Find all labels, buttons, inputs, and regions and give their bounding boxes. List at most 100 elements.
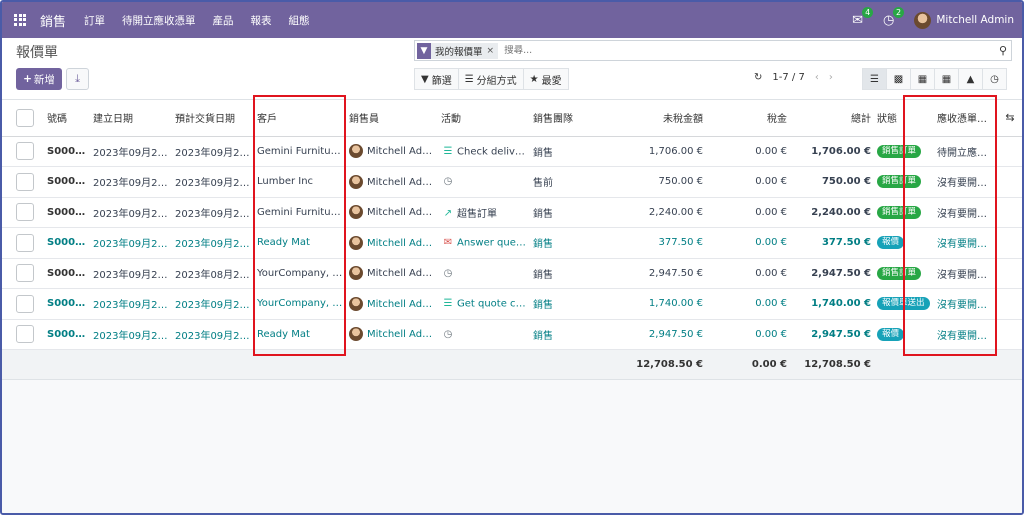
row-checkbox[interactable] [16, 172, 34, 191]
favorites-button[interactable]: ★ 最愛 [522, 68, 569, 90]
menu-products[interactable]: 產品 [213, 13, 234, 28]
row-select-cell[interactable] [2, 319, 44, 350]
row-checkbox[interactable] [16, 294, 34, 313]
col-invoice-status[interactable]: 應收憑單狀態 [934, 100, 998, 137]
row-select-cell[interactable] [2, 227, 44, 259]
salesperson-avatar [349, 174, 363, 189]
row-checkbox[interactable] [16, 264, 34, 283]
activity-clock-icon[interactable]: ◷ [441, 268, 455, 279]
row-select-cell[interactable] [2, 288, 44, 320]
systray: ✉ 4 ◷ 2 Mitchell Admin [852, 2, 1014, 38]
table-row[interactable]: S00004 2023年09月25日 2023年09月25日 Gemini Furni… [2, 197, 1022, 228]
select-all-cell[interactable] [2, 100, 44, 137]
col-total[interactable]: 總計 [790, 100, 874, 137]
activity-cell[interactable]: ✉Answer questions [438, 227, 530, 259]
table-body: S00007 2023年09月25日 2023年09月25日 Gemini Furni… [2, 136, 1022, 350]
app-brand[interactable]: 銷售 [40, 11, 66, 30]
activity-view-icon[interactable]: ◷ [982, 68, 1007, 90]
search-icon[interactable]: ⚲ [999, 44, 1007, 57]
salesperson-cell: Mitchell Admin [346, 258, 438, 289]
pager-next-icon[interactable]: › [829, 72, 833, 83]
menu-configuration[interactable]: 組態 [289, 13, 310, 28]
col-salesperson[interactable]: 銷售員 [346, 100, 438, 137]
table-row[interactable]: S00019 2023年09月25日 2023年09月26日 YourCompany,… [2, 288, 1022, 320]
activity-clock-icon[interactable]: ◷ [441, 176, 455, 187]
activity-cell[interactable]: ◷ [438, 319, 530, 350]
activities-icon[interactable]: ◷ 2 [883, 6, 905, 28]
group-by-button[interactable]: ☰ 分組方式 [457, 68, 524, 90]
search-input[interactable] [504, 45, 965, 56]
new-button[interactable]: + 新增 [16, 68, 62, 90]
order-number: S00007 [44, 136, 90, 167]
row-checkbox[interactable] [16, 325, 34, 344]
tax-amount: 0.00 € [706, 288, 790, 320]
salesperson: Mitchell Admin [367, 298, 438, 310]
table-row[interactable]: S00002 2023年09月25日 2023年09月26日 Ready Mat Mit… [2, 319, 1022, 350]
menu-reporting[interactable]: 報表 [251, 13, 272, 28]
sales-team: 銷售 [530, 319, 602, 350]
facet-remove-icon[interactable]: × [487, 46, 499, 56]
customer: YourCompany, Joel Willis [254, 288, 346, 320]
salesperson-cell: Mitchell Admin [346, 288, 438, 320]
col-delivery-date[interactable]: 預計交貨日期 [172, 100, 254, 137]
graph-view-icon[interactable]: ▲ [958, 68, 983, 90]
download-button[interactable]: ⤓ [66, 68, 89, 90]
total-amount-cell: 1,740.00 € [790, 288, 874, 320]
status-badge: 銷售訂單 [877, 266, 922, 280]
table-row[interactable]: S00007 2023年09月25日 2023年09月25日 Gemini Furni… [2, 136, 1022, 167]
activity-clock-icon[interactable]: ◷ [441, 329, 455, 340]
activity-cell[interactable]: ◷ [438, 258, 530, 289]
activity-cell[interactable]: ↗ 超售訂單 [438, 197, 530, 228]
row-select-cell[interactable] [2, 197, 44, 228]
row-checkbox[interactable] [16, 142, 34, 161]
activity-doc-icon[interactable]: ☰ [441, 146, 455, 157]
table-row[interactable]: S00003 2023年09月25日 2023年09月26日 Ready Mat Mit… [2, 227, 1022, 259]
filters-button[interactable]: ▼ 篩選 [414, 68, 459, 90]
messages-icon[interactable]: ✉ 4 [852, 6, 874, 28]
search-bar: ▼ 我的報價單 × ⚲ [414, 40, 1012, 61]
col-activity[interactable]: 活動 [438, 100, 530, 137]
apps-menu-icon[interactable] [14, 13, 27, 27]
table-row[interactable]: S00006 2023年09月25日 2023年09月25日 Lumber Inc Mi… [2, 166, 1022, 198]
col-number[interactable]: 號碼 [44, 100, 90, 137]
kanban-view-icon[interactable]: ▩ [886, 68, 911, 90]
pager-previous-icon[interactable]: ‹ [815, 72, 819, 83]
delivery-date: 2023年09月25日 [172, 197, 254, 228]
activity-cell[interactable]: ◷ [438, 166, 530, 198]
menu-orders[interactable]: 訂單 [84, 13, 105, 28]
row-checkbox[interactable] [16, 203, 34, 222]
pivot-view-icon[interactable]: ▦ [934, 68, 959, 90]
salesperson-cell: Mitchell Admin [346, 319, 438, 350]
activity-envelope-icon[interactable]: ✉ [441, 237, 455, 248]
invoice-status: 沒有要開立應收憑單 [934, 197, 998, 228]
col-customer[interactable]: 客戶 [254, 100, 346, 137]
calendar-view-icon[interactable]: ▦ [910, 68, 935, 90]
pager-value[interactable]: 1-7 / 7 [772, 72, 804, 83]
list-view-icon[interactable]: ☰ [862, 68, 887, 90]
activity-doc-icon[interactable]: ☰ [441, 298, 455, 309]
sales-team: 銷售 [530, 288, 602, 320]
activity-cell[interactable]: ☰Check delivery requirements [438, 136, 530, 167]
row-select-cell[interactable] [2, 258, 44, 289]
search-options: ▼ 篩選 ☰ 分組方式 ★ 最愛 [414, 68, 569, 90]
table-row[interactable]: S00020 2023年09月25日 2023年08月25日 YourCompany,… [2, 258, 1022, 289]
row-select-cell[interactable] [2, 136, 44, 167]
row-checkbox[interactable] [16, 233, 34, 252]
row-select-cell[interactable] [2, 166, 44, 198]
salesperson-avatar [349, 205, 363, 220]
menu-to-invoice[interactable]: 待開立應收憑單 [122, 13, 196, 28]
user-avatar[interactable] [914, 11, 932, 29]
optional-columns-icon[interactable]: ⇆ [998, 100, 1022, 137]
col-untaxed[interactable]: 未稅金額 [602, 100, 706, 137]
activity-cell[interactable]: ☰Get quote confirmation [438, 288, 530, 320]
plus-icon: + [23, 73, 32, 85]
user-menu[interactable]: Mitchell Admin [936, 14, 1014, 26]
select-all-checkbox[interactable] [16, 108, 34, 127]
salesperson-avatar [349, 266, 363, 281]
col-team[interactable]: 銷售團隊 [530, 100, 602, 137]
activity-chart-icon[interactable]: ↗ [441, 208, 455, 219]
col-tax[interactable]: 稅金 [706, 100, 790, 137]
col-creation-date[interactable]: 建立日期 [90, 100, 172, 137]
col-status[interactable]: 狀態 [874, 100, 934, 137]
refresh-icon[interactable]: ↻ [754, 72, 762, 83]
